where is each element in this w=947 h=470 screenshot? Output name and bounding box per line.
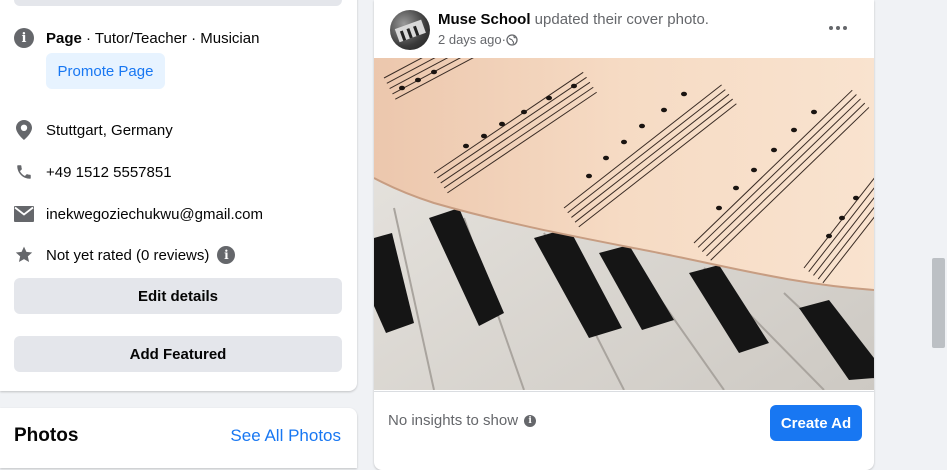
location-text: Stuttgart, Germany	[46, 121, 173, 139]
location-row: Stuttgart, Germany	[14, 120, 173, 140]
photos-card: Photos See All Photos	[0, 408, 357, 468]
phone-text: +49 1512 5557851	[46, 163, 172, 181]
email-link[interactable]: inekwegoziechukwu@gmail.com	[46, 206, 263, 223]
info-icon: i	[14, 28, 34, 48]
location-pin-icon	[14, 120, 34, 140]
insights-info-icon[interactable]: i	[524, 414, 537, 427]
post-footer: No insights to show i Create Ad	[374, 391, 874, 454]
page-category: · Tutor/Teacher · Musician	[81, 29, 260, 47]
post-card: Muse School updated their cover photo. 2…	[374, 0, 874, 470]
page-category-row: i Page · Tutor/Teacher · Musician	[14, 28, 259, 48]
scrollbar-track[interactable]	[930, 0, 947, 452]
photos-heading: Photos	[14, 425, 79, 446]
rating-row: Not yet rated (0 reviews) i	[14, 245, 236, 265]
avatar[interactable]	[390, 10, 430, 50]
star-icon	[14, 245, 34, 265]
cover-photo[interactable]	[374, 58, 874, 390]
phone-icon	[14, 162, 34, 182]
page-label: Page	[46, 29, 82, 47]
create-ad-button[interactable]: Create Ad	[770, 405, 862, 441]
globe-icon	[506, 33, 518, 46]
more-dots-icon	[829, 26, 847, 30]
insights-text: No insights to show	[388, 412, 519, 429]
envelope-icon	[14, 204, 34, 224]
phone-row: +49 1512 5557851	[14, 162, 172, 182]
email-row: inekwegoziechukwu@gmail.com	[14, 204, 263, 224]
promote-page-button[interactable]: Promote Page	[46, 53, 165, 89]
see-all-photos-link[interactable]: See All Photos	[230, 426, 341, 446]
rating-text: Not yet rated (0 reviews)	[46, 246, 210, 264]
post-author-name[interactable]: Muse School	[438, 11, 531, 28]
add-featured-button[interactable]: Add Featured	[14, 336, 342, 372]
edit-details-button[interactable]: Edit details	[14, 278, 342, 314]
intro-card: i Page · Tutor/Teacher · Musician Promot…	[0, 0, 357, 391]
insights-row: No insights to show i	[388, 412, 537, 429]
post-author-line: Muse School updated their cover photo.	[438, 11, 709, 28]
post-more-button[interactable]	[820, 14, 856, 42]
rating-info-icon[interactable]: i	[217, 246, 236, 264]
post-meta: 2 days ago ·	[438, 32, 518, 47]
post-timestamp[interactable]: 2 days ago	[438, 32, 502, 47]
scrollbar-thumb[interactable]	[932, 258, 945, 348]
post-action-text: updated their cover photo.	[530, 11, 709, 28]
previous-button-stub[interactable]	[14, 0, 342, 6]
